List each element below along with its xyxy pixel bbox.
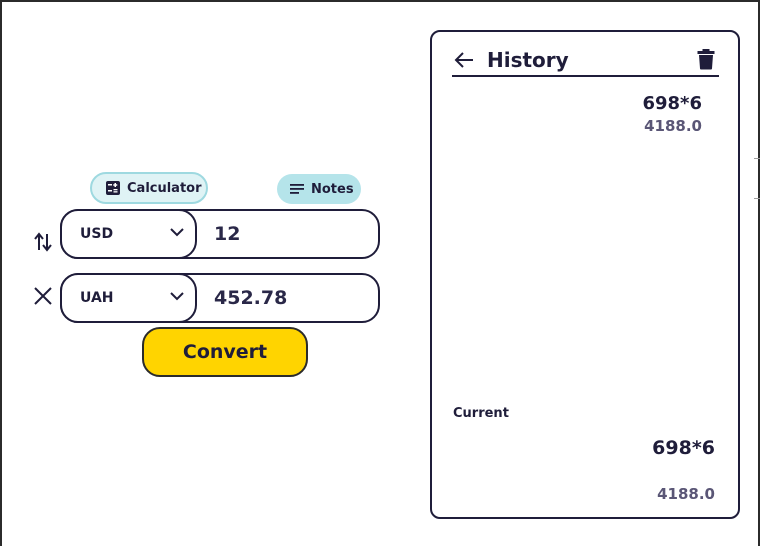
history-item-result[interactable]: 4188.0 bbox=[644, 117, 702, 135]
from-currency-value: USD bbox=[80, 226, 114, 242]
convert-label: Convert bbox=[182, 341, 268, 363]
to-currency-select[interactable]: UAH bbox=[60, 273, 197, 323]
notes-icon bbox=[290, 184, 304, 194]
edge-divider bbox=[754, 198, 760, 199]
from-currency-select[interactable]: USD bbox=[60, 209, 197, 259]
close-icon[interactable] bbox=[32, 285, 54, 307]
edge-divider bbox=[754, 158, 760, 159]
current-label: Current bbox=[453, 406, 509, 421]
trash-icon[interactable] bbox=[697, 48, 717, 70]
convert-button[interactable]: Convert bbox=[142, 327, 308, 377]
swap-icon[interactable] bbox=[32, 231, 54, 253]
current-expression: 698*6 bbox=[652, 437, 715, 459]
calculator-button[interactable]: Calculator bbox=[90, 172, 208, 204]
to-currency-value: UAH bbox=[80, 290, 114, 306]
notes-label: Notes bbox=[311, 181, 354, 197]
history-header: History bbox=[452, 44, 719, 77]
current-result: 4188.0 bbox=[657, 485, 715, 503]
history-item-expression[interactable]: 698*6 bbox=[642, 93, 702, 114]
calculator-icon bbox=[106, 181, 120, 195]
back-arrow-icon[interactable] bbox=[452, 48, 476, 72]
from-amount-input[interactable]: 12 bbox=[214, 223, 240, 245]
calculator-label: Calculator bbox=[127, 180, 202, 196]
notes-button[interactable]: Notes bbox=[277, 174, 361, 204]
chevron-down-icon bbox=[170, 228, 184, 237]
to-currency-field: UAH 452.78 bbox=[60, 273, 380, 323]
history-panel: History 698*6 4188.0 Current 698*6 4188.… bbox=[430, 30, 740, 519]
history-title: History bbox=[487, 47, 569, 72]
from-currency-field: USD 12 bbox=[60, 209, 380, 259]
to-amount-value[interactable]: 452.78 bbox=[214, 287, 287, 309]
chevron-down-icon bbox=[170, 292, 184, 301]
